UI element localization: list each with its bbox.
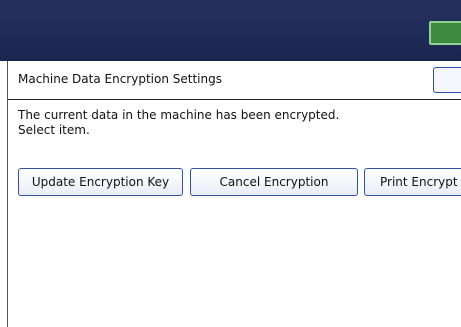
update-encryption-key-button[interactable]: Update Encryption Key bbox=[18, 168, 183, 196]
top-bar bbox=[0, 0, 461, 61]
status-message-line-2: Select item. bbox=[18, 123, 90, 137]
header-right-button[interactable] bbox=[433, 67, 461, 93]
page-title: Machine Data Encryption Settings bbox=[18, 72, 222, 86]
header-row: Machine Data Encryption Settings bbox=[8, 61, 461, 100]
left-divider bbox=[7, 61, 8, 327]
print-encryption-button[interactable]: Print Encrypt bbox=[364, 168, 461, 196]
status-message: The current data in the machine has been… bbox=[18, 108, 339, 138]
cancel-encryption-button[interactable]: Cancel Encryption bbox=[190, 168, 358, 196]
top-right-button[interactable] bbox=[429, 21, 461, 45]
settings-screen: Machine Data Encryption Settings The cur… bbox=[0, 0, 461, 327]
status-message-line-1: The current data in the machine has been… bbox=[18, 108, 340, 122]
